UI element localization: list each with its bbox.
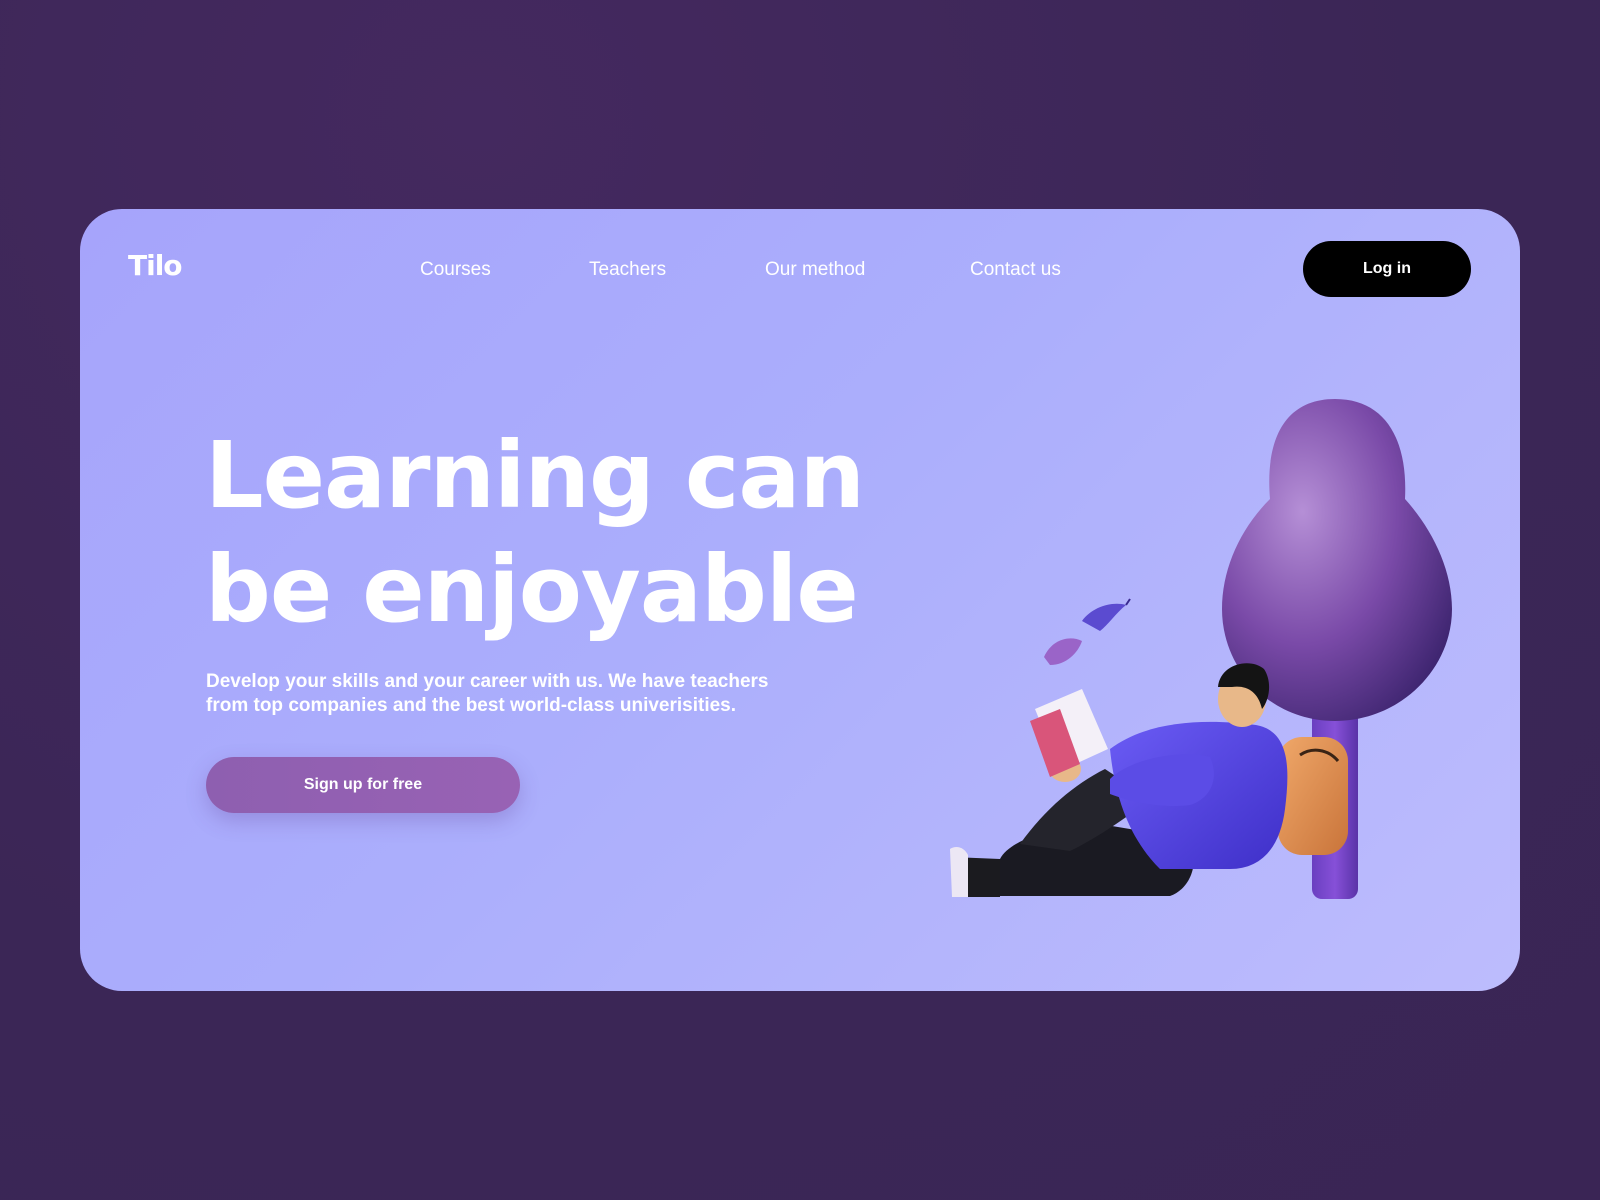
nav-link-teachers[interactable]: Teachers — [589, 259, 666, 281]
hero-headline-line-2: be enjoyable — [205, 536, 859, 643]
hero-illustration — [950, 399, 1452, 899]
hero-subtext: Develop your skills and your career with… — [206, 670, 806, 718]
leaf-icon — [1044, 598, 1131, 665]
logo[interactable]: Tilo — [128, 249, 183, 282]
nav-link-contact-us[interactable]: Contact us — [970, 259, 1061, 281]
nav-link-our-method[interactable]: Our method — [765, 259, 865, 281]
hero-headline-line-1: Learning can — [205, 422, 865, 529]
hero-subtext-line-2: from top companies and the best world-cl… — [206, 695, 737, 716]
signup-button[interactable]: Sign up for free — [206, 757, 520, 813]
nav-link-courses[interactable]: Courses — [420, 259, 491, 281]
login-button[interactable]: Log in — [1303, 241, 1471, 297]
hero-headline: Learning can be enjoyable — [205, 419, 865, 647]
hero-subtext-line-1: Develop your skills and your career with… — [206, 671, 769, 692]
hero-card: Tilo Courses Teachers Our method Contact… — [80, 209, 1520, 991]
